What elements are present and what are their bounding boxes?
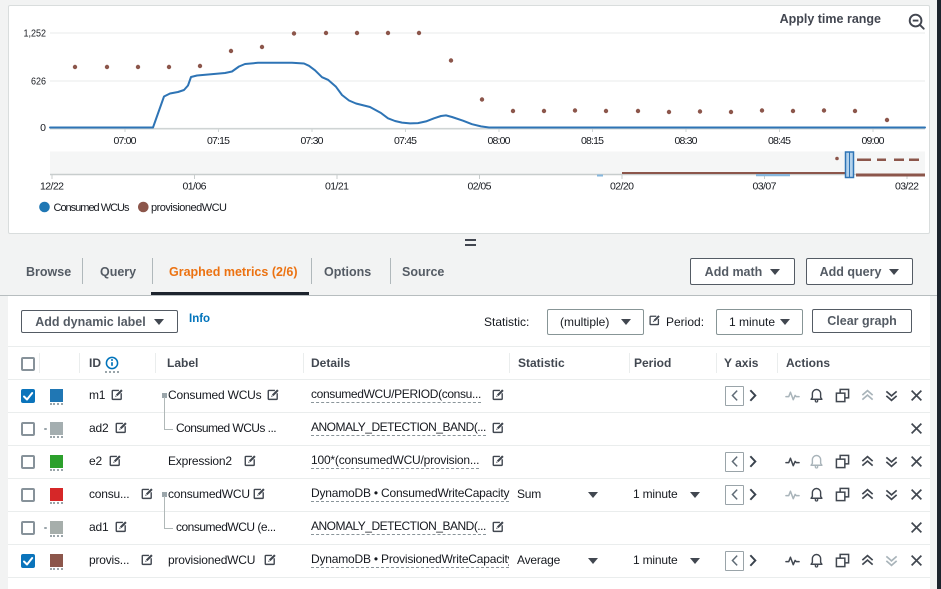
svg-text:03/22: 03/22	[895, 181, 919, 193]
svg-text:07:15: 07:15	[207, 135, 230, 147]
svg-text:provisionedWCU: provisionedWCU	[151, 202, 227, 214]
svg-text:02/20: 02/20	[610, 181, 634, 193]
svg-text:02/05: 02/05	[468, 181, 492, 193]
svg-text:1,252: 1,252	[24, 28, 47, 40]
svg-text:07:30: 07:30	[301, 135, 324, 147]
svg-text:09:00: 09:00	[862, 135, 885, 147]
svg-text:08:15: 08:15	[581, 135, 604, 147]
svg-text:626: 626	[31, 76, 46, 88]
svg-text:12/22: 12/22	[40, 181, 64, 193]
svg-text:08:30: 08:30	[675, 135, 698, 147]
svg-text:08:00: 08:00	[488, 135, 511, 147]
svg-text:08:45: 08:45	[768, 135, 791, 147]
svg-text:03/07: 03/07	[753, 181, 777, 193]
svg-text:0: 0	[40, 122, 46, 134]
svg-text:07:00: 07:00	[114, 135, 137, 147]
svg-text:01/21: 01/21	[325, 181, 349, 193]
svg-text:07:45: 07:45	[394, 135, 417, 147]
svg-text:01/06: 01/06	[183, 181, 207, 193]
svg-text:Consumed WCUs: Consumed WCUs	[54, 202, 131, 214]
